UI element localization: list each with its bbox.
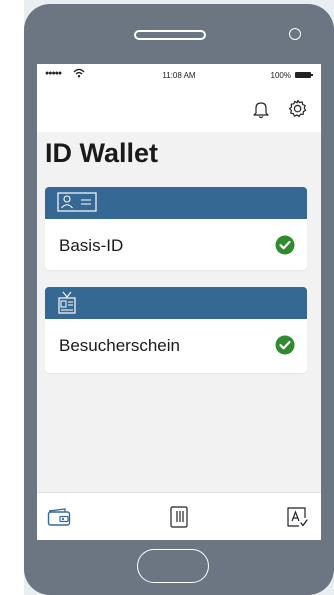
page-margin — [0, 0, 24, 595]
card-body: Basis-ID — [45, 219, 307, 270]
qr-scan-icon[interactable] — [165, 503, 193, 531]
bottom-navigation — [37, 492, 321, 540]
front-camera — [289, 28, 301, 40]
gear-icon[interactable] — [287, 98, 309, 120]
page-title: ID Wallet — [45, 138, 159, 168]
credential-card[interactable]: Besucherschein — [45, 287, 307, 373]
wallet-icon[interactable] — [45, 503, 73, 531]
app-screen: ●●●●● 11:08 AM 100% ID Wallet Basis-ID B… — [37, 64, 321, 540]
battery-percentage: 100% — [270, 71, 291, 80]
card-header — [45, 287, 307, 319]
credential-card[interactable]: Basis-ID — [45, 187, 307, 270]
phone-frame: ●●●●● 11:08 AM 100% ID Wallet Basis-ID B… — [24, 4, 334, 595]
card-body: Besucherschein — [45, 319, 307, 370]
card-header — [45, 187, 307, 219]
visitor-badge-icon — [57, 291, 77, 320]
top-bar — [37, 86, 321, 132]
card-title: Besucherschein — [59, 336, 180, 355]
speaker-slot — [134, 30, 206, 40]
check-icon — [275, 335, 295, 360]
battery-icon — [295, 72, 313, 78]
check-icon — [275, 235, 295, 260]
sign-document-icon[interactable] — [283, 503, 311, 531]
home-button[interactable] — [137, 549, 209, 583]
status-bar: ●●●●● 11:08 AM 100% — [37, 64, 321, 86]
card-title: Basis-ID — [59, 236, 124, 255]
bell-icon[interactable] — [250, 98, 272, 120]
id-card-icon — [57, 191, 97, 218]
